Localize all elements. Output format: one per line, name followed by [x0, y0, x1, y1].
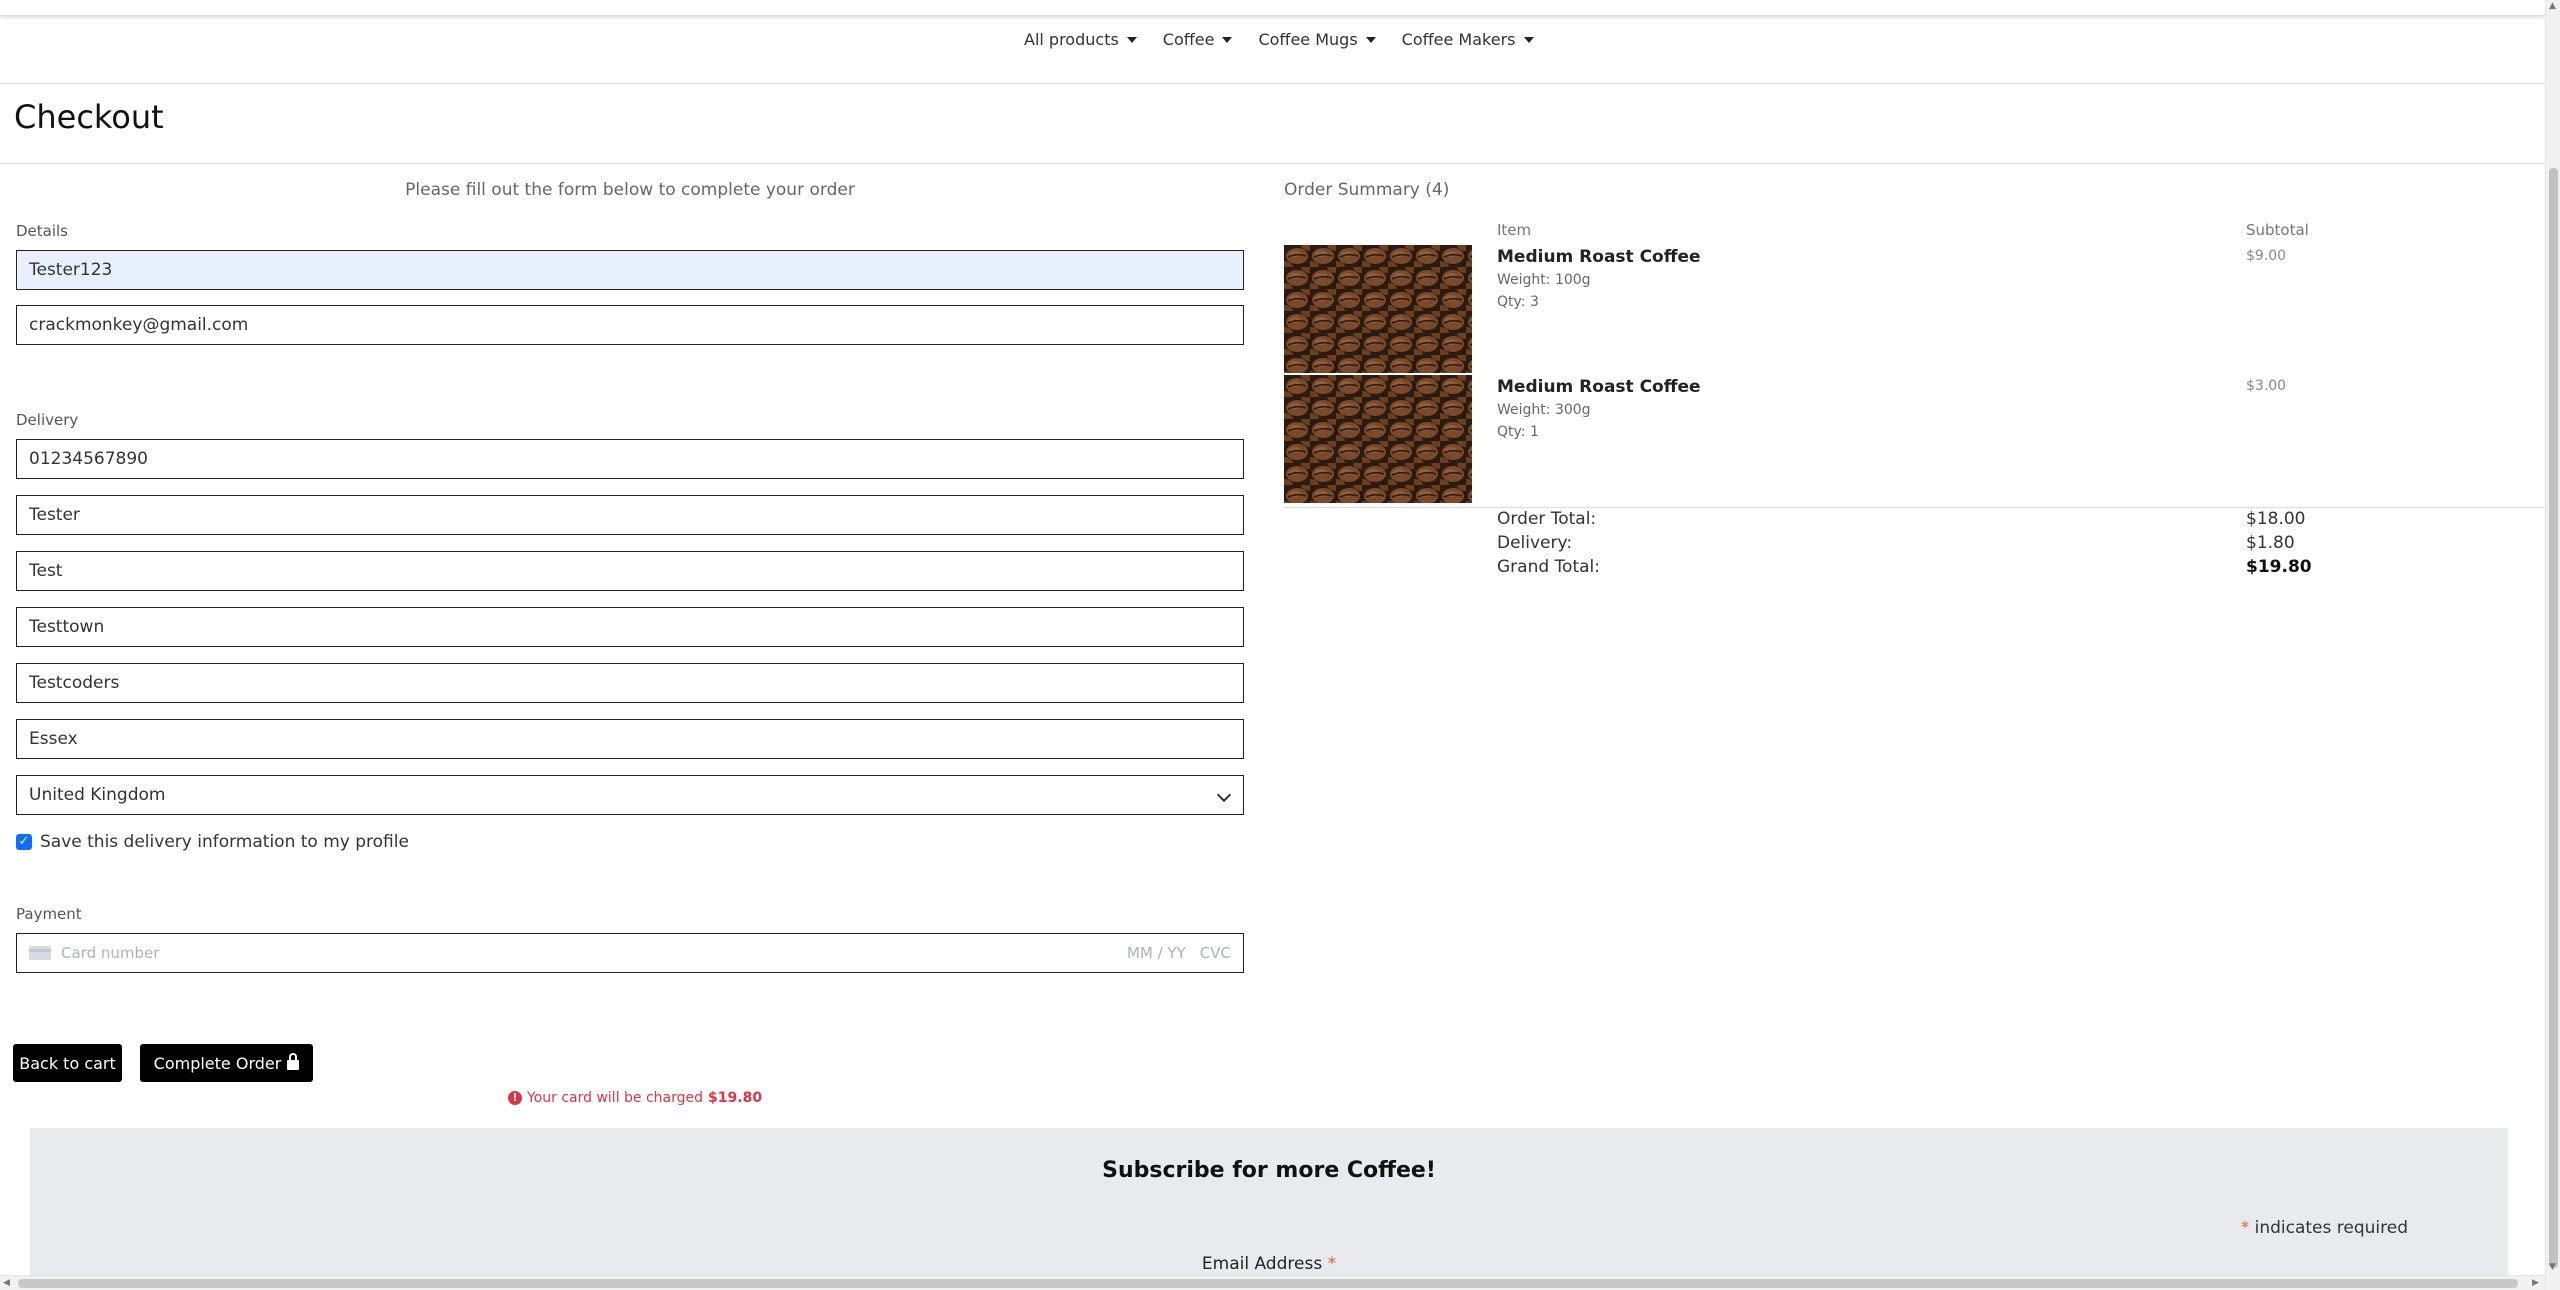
form-intro: Please fill out the form below to comple… — [405, 180, 855, 200]
scroll-up-icon[interactable]: ▲ — [2549, 1, 2556, 11]
product-weight: Weight: 100g — [1497, 272, 1591, 288]
card-input[interactable]: Card number MM / YY CVC — [16, 933, 1244, 973]
caret-down-icon — [1126, 36, 1137, 43]
subscribe-section: Subscribe for more Coffee! * indicates r… — [30, 1128, 2508, 1280]
chevron-down-icon — [1216, 787, 1232, 803]
required-note: * indicates required — [2240, 1218, 2408, 1238]
county-field[interactable]: Essex — [16, 719, 1244, 759]
details-label: Details — [16, 222, 69, 240]
product-image — [1284, 375, 1472, 503]
product-subtotal: $3.00 — [2246, 378, 2287, 394]
email-field[interactable]: crackmonkey@gmail.com — [16, 305, 1244, 345]
required-asterisk: * — [1327, 1254, 1337, 1274]
town-field[interactable]: Testtown — [16, 607, 1244, 647]
divider — [0, 163, 2545, 164]
charge-notice: ! Your card will be charged $19.80 — [508, 1090, 762, 1106]
order-summary-title: Order Summary (4) — [1284, 180, 1450, 200]
caret-down-icon — [1365, 36, 1376, 43]
horizontal-scrollbar[interactable]: ◀ ▶ — [0, 1275, 2545, 1290]
page-title: Checkout — [14, 98, 164, 136]
postcode-field[interactable]: Testcoders — [16, 663, 1244, 703]
save-info-checkbox[interactable]: ✓ — [16, 834, 32, 850]
subtotal-column-header: Subtotal — [2246, 221, 2309, 239]
grand-total-label: Grand Total: — [1497, 557, 1600, 577]
cvc-placeholder: CVC — [1199, 944, 1231, 962]
lock-icon — [287, 1053, 300, 1070]
payment-label: Payment — [16, 905, 82, 923]
main-nav: All products Coffee Coffee Mugs Coffee M… — [0, 16, 2545, 84]
delivery-cost-label: Delivery: — [1497, 533, 1573, 553]
complete-order-button[interactable]: Complete Order — [140, 1044, 313, 1082]
caret-down-icon — [1222, 36, 1233, 43]
product-subtotal: $9.00 — [2246, 248, 2287, 264]
required-asterisk: * — [2240, 1218, 2250, 1238]
country-select[interactable]: United Kingdom — [16, 775, 1244, 815]
scroll-right-icon[interactable]: ▶ — [2532, 1278, 2539, 1288]
product-name: Medium Roast Coffee — [1497, 247, 1701, 267]
save-info-row: ✓ Save this delivery information to my p… — [16, 832, 409, 852]
street-address-1-field[interactable]: Tester — [16, 495, 1244, 535]
nav-coffee-mugs[interactable]: Coffee Mugs — [1258, 30, 1376, 49]
order-total-label: Order Total: — [1497, 509, 1597, 529]
exclamation-circle-icon: ! — [508, 1091, 522, 1105]
credit-card-icon — [29, 946, 51, 960]
subscribe-title: Subscribe for more Coffee! — [1102, 1158, 1436, 1183]
product-qty: Qty: 1 — [1497, 424, 1539, 440]
vertical-scroll-thumb[interactable] — [2549, 168, 2558, 1268]
scroll-down-icon[interactable]: ▼ — [2549, 1262, 2556, 1272]
product-weight: Weight: 300g — [1497, 402, 1591, 418]
phone-field[interactable]: 01234567890 — [16, 439, 1244, 479]
top-strip — [0, 0, 2545, 16]
order-total-value: $18.00 — [2246, 509, 2306, 529]
email-address-label: Email Address * — [1201, 1254, 1337, 1274]
back-to-cart-button[interactable]: Back to cart — [13, 1044, 122, 1082]
vertical-scrollbar[interactable]: ▲ ▼ — [2545, 0, 2560, 1290]
scroll-left-icon[interactable]: ◀ — [3, 1278, 10, 1288]
delivery-cost-value: $1.80 — [2246, 533, 2295, 553]
item-column-header: Item — [1497, 221, 1532, 239]
street-address-2-field[interactable]: Test — [16, 551, 1244, 591]
save-info-label: Save this delivery information to my pro… — [40, 832, 409, 852]
card-number-placeholder: Card number — [61, 944, 160, 962]
expiry-placeholder: MM / YY — [1126, 944, 1186, 962]
product-image — [1284, 245, 1472, 373]
product-name: Medium Roast Coffee — [1497, 377, 1701, 397]
horizontal-scroll-thumb[interactable] — [18, 1279, 2518, 1288]
nav-all-products[interactable]: All products — [1024, 30, 1137, 49]
nav-coffee-makers[interactable]: Coffee Makers — [1402, 30, 1534, 49]
divider — [1284, 507, 2545, 508]
grand-total-value: $19.80 — [2246, 557, 2312, 577]
caret-down-icon — [1523, 36, 1534, 43]
nav-coffee[interactable]: Coffee — [1163, 30, 1233, 49]
delivery-label: Delivery — [16, 411, 79, 429]
product-qty: Qty: 3 — [1497, 294, 1539, 310]
full-name-field[interactable]: Tester123 — [16, 250, 1244, 290]
